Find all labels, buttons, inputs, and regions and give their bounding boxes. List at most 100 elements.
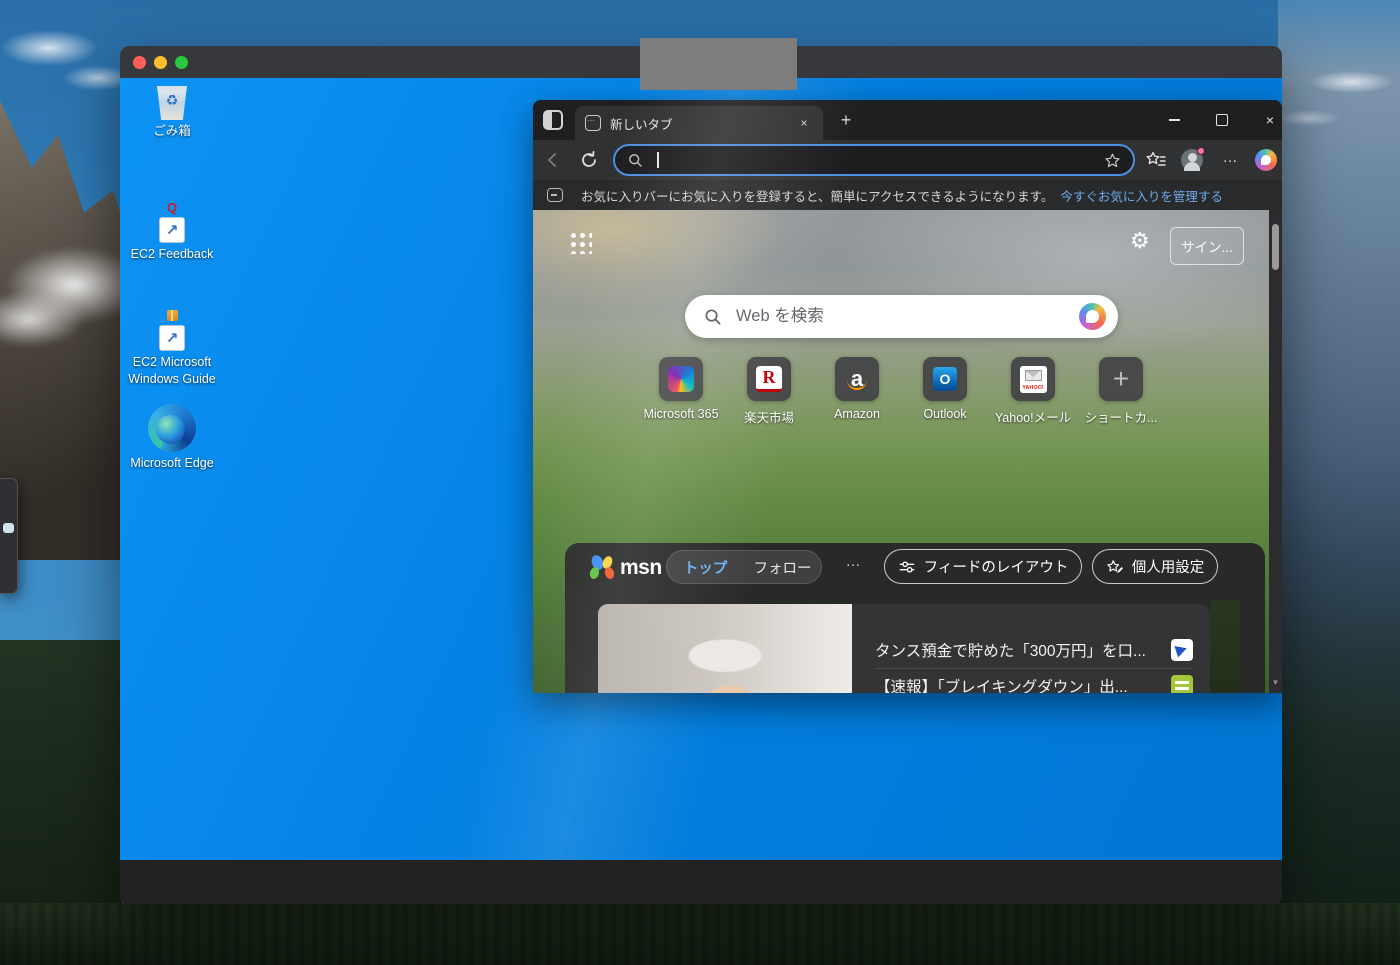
partial-window-element [3, 523, 14, 533]
quick-link-label: 楽天市場 [743, 411, 794, 425]
quick-link-tile: O [923, 357, 967, 401]
q-badge-icon: Q [166, 200, 178, 215]
minimize-traffic-light[interactable] [154, 56, 167, 69]
zoom-traffic-light[interactable] [175, 56, 188, 69]
screen: ♻ ごみ箱 Q ↗ EC2 Feedback ↗ EC2 Microsoft W… [0, 0, 1400, 965]
profile-avatar[interactable] [1181, 147, 1205, 171]
package-badge-icon [166, 310, 178, 321]
quick-link-rakuten[interactable]: R 楽天市場 [725, 357, 813, 426]
sign-in-button[interactable]: サイン... [1170, 227, 1244, 265]
msn-logo[interactable]: msn [588, 553, 662, 581]
add-favorite-star-icon[interactable] [1104, 152, 1121, 169]
page-settings-gear-icon[interactable]: ⚙ [1130, 230, 1150, 252]
windows-desktop: ♻ ごみ箱 Q ↗ EC2 Feedback ↗ EC2 Microsoft W… [120, 78, 1282, 860]
address-bar[interactable] [613, 144, 1135, 176]
yahoo-mail-icon: YAHOO! [1019, 365, 1047, 393]
envelope-icon [1024, 369, 1042, 381]
wallpaper-snow-right [1278, 55, 1400, 145]
quick-link-label: Microsoft 365 [643, 407, 719, 421]
desktop-icon-ec2-windows-guide[interactable]: ↗ EC2 Microsoft Windows Guide [122, 310, 222, 389]
desktop-icon-label: ごみ箱 [153, 124, 191, 138]
personalize-label: 個人用設定 [1131, 560, 1205, 576]
quick-link-microsoft-365[interactable]: Microsoft 365 [637, 357, 725, 421]
wallpaper-snow-left [0, 0, 140, 120]
copilot-icon[interactable] [1079, 303, 1106, 330]
quick-link-amazon[interactable]: a Amazon [813, 357, 901, 421]
scrollbar-thumb[interactable] [1272, 224, 1279, 270]
window-minimize-button[interactable] [1160, 108, 1188, 132]
scroll-down-arrow[interactable]: ▼ [1269, 678, 1282, 687]
manage-favorites-link[interactable]: 今すぐお気に入りを管理する [1060, 186, 1223, 205]
web-search-box[interactable] [685, 295, 1118, 338]
feed-layout-label: フィードのレイアウト [923, 560, 1069, 576]
favorites-bar-icon [547, 188, 563, 202]
desktop-icon-label: Microsoft Edge [130, 456, 214, 470]
msn-wordmark: msn [620, 556, 662, 579]
quick-link-label: Yahoo!メール [994, 411, 1072, 425]
partial-offscreen-window[interactable] [0, 478, 18, 594]
window-maximize-button[interactable] [1208, 108, 1236, 132]
new-tab-page-icon [585, 115, 601, 131]
settings-more-button[interactable]: … [1219, 149, 1241, 171]
quick-link-yahoo-mail[interactable]: YAHOO! Yahoo!メール [989, 357, 1077, 426]
desktop-icon-ec2-feedback[interactable]: Q ↗ EC2 Feedback [122, 200, 222, 263]
quick-link-outlook[interactable]: O Outlook [901, 357, 989, 421]
text-caret [657, 152, 659, 168]
headline-text: タンス預金で貯めた「300万円」を口... [875, 643, 1146, 660]
tab-workspaces-icon[interactable] [543, 110, 563, 130]
window-close-button[interactable]: × [1256, 108, 1282, 132]
new-tab-button[interactable]: + [835, 110, 857, 132]
microsoft-365-icon [668, 366, 694, 392]
star-pencil-icon [1106, 559, 1124, 575]
web-search-input[interactable] [736, 307, 1079, 326]
profile-notification-dot [1197, 147, 1205, 155]
back-button[interactable] [543, 150, 563, 170]
remote-desktop-window: ♻ ごみ箱 Q ↗ EC2 Feedback ↗ EC2 Microsoft W… [120, 46, 1282, 904]
quick-link-label: Outlook [923, 407, 967, 421]
personalize-button[interactable]: 個人用設定 [1092, 549, 1218, 584]
sliders-icon [898, 559, 916, 575]
quick-link-tile: R [747, 357, 791, 401]
feed-more-button[interactable]: … [841, 553, 865, 570]
rakuten-icon: R [756, 366, 782, 392]
shortcut-icon: ↗ [159, 325, 185, 351]
headline-text: 【速報】「ブレイキングダウン」出... [875, 679, 1128, 693]
favorites-bar: お気に入りバーにお気に入りを登録すると、簡単にアクセスできるようになります。 今… [533, 180, 1282, 210]
refresh-button[interactable] [579, 150, 599, 170]
favorites-button[interactable] [1145, 149, 1167, 171]
shortcut-arrow-icon: ↗ [165, 330, 179, 347]
apps-grid-icon[interactable] [568, 230, 592, 254]
edge-tab-strip: 新しいタブ × + × [533, 100, 1282, 140]
shortcut-icon: ↗ [159, 217, 185, 243]
edge-toolbar: … [533, 140, 1282, 180]
quick-link-tile: YAHOO! [1011, 357, 1055, 401]
feed-tabs: トップ フォロー [666, 550, 822, 584]
news-source-icon-green [1171, 675, 1193, 693]
copilot-icon[interactable] [1255, 149, 1277, 171]
feed-layout-button[interactable]: フィードのレイアウト [884, 549, 1082, 584]
browser-tab-new-tab[interactable]: 新しいタブ × [575, 106, 823, 140]
quick-link-add-shortcut[interactable]: + ショートカ... [1077, 357, 1165, 426]
desktop-icon-recycle-bin[interactable]: ♻ ごみ箱 [122, 84, 222, 140]
recycle-bin-icon: ♻ [157, 86, 187, 120]
wallpaper-forest-bottom [0, 903, 1400, 965]
recycle-symbol-icon: ♻ [165, 92, 179, 108]
quick-link-label: ショートカ... [1084, 411, 1158, 425]
address-input[interactable] [660, 152, 1104, 168]
quick-link-label: Amazon [834, 407, 880, 421]
search-icon [703, 307, 722, 326]
tab-follow[interactable]: フォロー [744, 557, 821, 578]
redacted-region [640, 38, 797, 90]
news-headline-2[interactable]: 【速報】「ブレイキングダウン」出... [875, 670, 1193, 693]
msn-feed-panel: msn トップ フォロー … フィードのレイアウト 個人用設定 タンス預金で貯め… [565, 543, 1265, 693]
news-source-icon-blue [1171, 639, 1193, 661]
partial-next-card-image[interactable] [1210, 600, 1240, 693]
news-headline-1[interactable]: タンス預金で貯めた「300万円」を口... [875, 634, 1193, 666]
amazon-icon: a [844, 366, 870, 392]
desktop-icon-microsoft-edge[interactable]: Microsoft Edge [122, 404, 222, 472]
close-traffic-light[interactable] [133, 56, 146, 69]
news-article-photo[interactable] [598, 604, 852, 693]
tab-close-button[interactable]: × [795, 114, 813, 132]
page-scrollbar[interactable]: ▼ [1269, 210, 1282, 693]
tab-top[interactable]: トップ [667, 557, 744, 578]
